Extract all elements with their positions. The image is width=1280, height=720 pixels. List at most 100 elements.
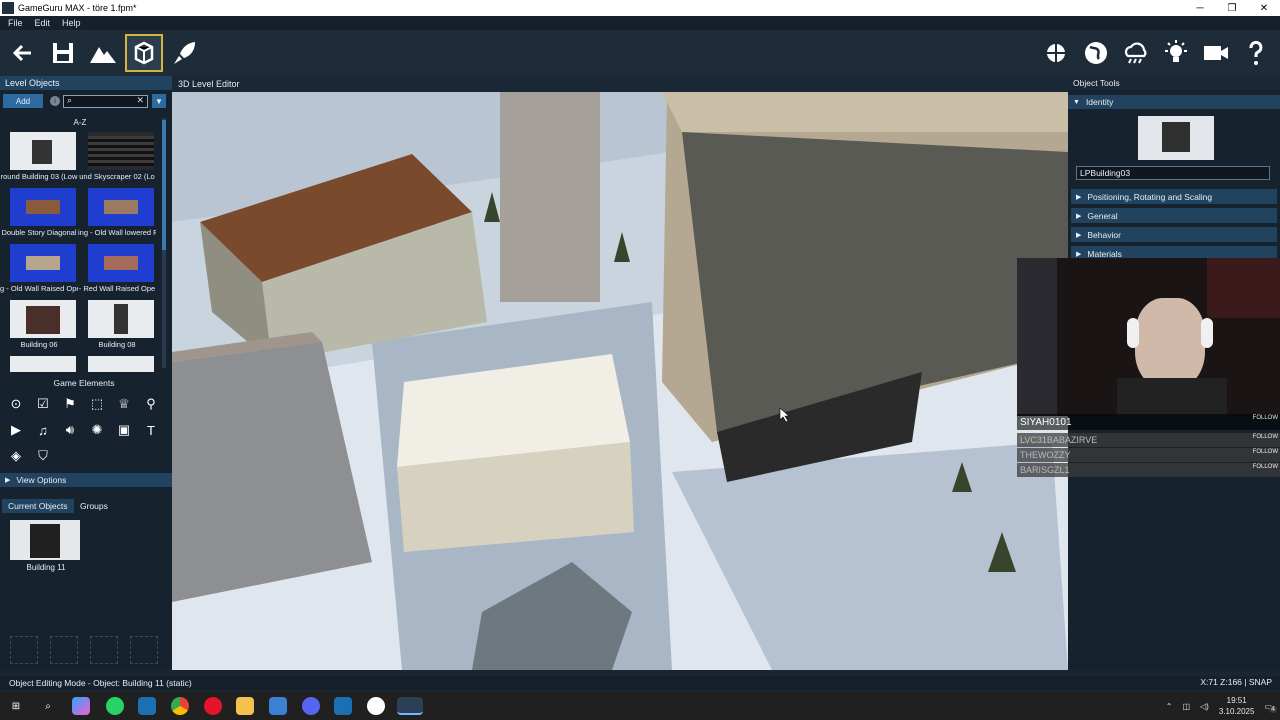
info-icon[interactable]: i xyxy=(50,96,60,106)
object-thumb[interactable]: g - Old Wall Raised Ope xyxy=(0,244,78,300)
globe-button[interactable] xyxy=(1077,34,1115,72)
shield-icon[interactable]: ⛉ xyxy=(33,446,53,466)
opera-icon[interactable] xyxy=(204,697,222,715)
help-icon xyxy=(1249,40,1263,65)
sound-icon[interactable]: 🔊︎ xyxy=(60,420,80,440)
notification-count: 4 xyxy=(1269,705,1277,713)
object-thumb[interactable] xyxy=(78,356,156,372)
play-icon[interactable]: ▶ xyxy=(6,420,26,440)
webcam-overlay xyxy=(1017,258,1280,416)
steam-app-icon[interactable] xyxy=(334,697,352,715)
steam-icon[interactable] xyxy=(138,697,156,715)
tab-groups[interactable]: Groups xyxy=(74,499,114,513)
scene-render[interactable] xyxy=(172,92,1068,670)
scrollbar-handle[interactable] xyxy=(162,120,166,250)
file-explorer-icon[interactable] xyxy=(236,697,254,715)
whatsapp-icon[interactable] xyxy=(106,697,124,715)
object-thumb[interactable] xyxy=(0,356,78,372)
text-icon[interactable]: T xyxy=(141,420,161,440)
chevron-up-icon[interactable]: ⌃ xyxy=(1166,702,1173,711)
light-button[interactable] xyxy=(1157,34,1195,72)
save-button[interactable] xyxy=(44,34,82,72)
object-thumb-image xyxy=(10,132,76,170)
object-thumb[interactable]: - Red Wall Raised Ope xyxy=(78,244,156,300)
view-options-toggle[interactable]: ▶ View Options xyxy=(0,473,172,487)
menu-edit[interactable]: Edit xyxy=(35,18,51,28)
object-thumb-image xyxy=(88,244,154,282)
water-icon[interactable]: ◈ xyxy=(6,446,26,466)
clock[interactable]: 19:51 3.10.2025 xyxy=(1219,695,1255,717)
object-thumb-image xyxy=(88,188,154,226)
widget-icon xyxy=(1044,41,1068,65)
image-icon[interactable]: ▣ xyxy=(114,420,134,440)
follower-feed: SIYAH0101 FOLLOW LVC31BABAZIRVE FOLLOW T… xyxy=(1017,414,1280,478)
camera-button[interactable] xyxy=(1197,34,1235,72)
help-button[interactable] xyxy=(1237,34,1275,72)
notification-icon[interactable]: ▭ 4 xyxy=(1264,702,1277,713)
save-group-icon[interactable] xyxy=(130,636,158,664)
positioning-section[interactable]: ▶ Positioning, Rotating and Scaling xyxy=(1071,189,1277,204)
gameguru-taskbar-icon[interactable] xyxy=(397,697,423,715)
filter-dropdown-icon[interactable]: ▼ xyxy=(152,94,166,108)
network-icon[interactable]: ◫ xyxy=(1182,702,1190,711)
thumbnails-scrollbar[interactable] xyxy=(162,118,166,368)
edit-group-icon[interactable] xyxy=(90,636,118,664)
add-object-button[interactable]: Add xyxy=(3,94,43,108)
terrain-button[interactable] xyxy=(84,34,122,72)
object-thumb[interactable]: und Skyscraper 02 (Lo xyxy=(78,132,156,188)
store-icon[interactable] xyxy=(269,697,287,715)
discord-icon[interactable] xyxy=(302,697,320,715)
object-search-input[interactable]: ⌕ ✕ xyxy=(63,95,148,108)
level-editor-viewport[interactable]: 3D Level Editor xyxy=(172,76,1068,670)
ungroup-icon[interactable] xyxy=(50,636,78,664)
object-thumb[interactable]: ing - Old Wall lowered F xyxy=(78,188,156,244)
back-icon xyxy=(12,44,31,62)
object-editing-button[interactable] xyxy=(125,34,163,72)
menu-help[interactable]: Help xyxy=(62,18,81,28)
current-object-item[interactable]: Building 11 xyxy=(10,520,82,576)
object-thumb[interactable]: Building 06 xyxy=(0,300,78,356)
marker-icon[interactable]: ⊙ xyxy=(6,394,26,414)
restore-button[interactable]: ❐ xyxy=(1216,0,1248,16)
follower-row: BARISGZL1 FOLLOW xyxy=(1017,463,1280,477)
search-icon[interactable]: ⌕ xyxy=(39,697,57,715)
spawn-icon[interactable]: ⚲ xyxy=(141,394,161,414)
music-icon[interactable]: ♫ xyxy=(33,420,53,440)
current-object-thumb xyxy=(10,520,80,560)
weather-button[interactable] xyxy=(1117,34,1155,72)
particle-icon[interactable]: ✺ xyxy=(87,420,107,440)
follower-name: SIYAH0101 xyxy=(1020,416,1072,428)
object-thumb[interactable]: Double Story Diagonal xyxy=(0,188,78,244)
object-thumb[interactable]: Building 08 xyxy=(78,300,156,356)
widget-button[interactable] xyxy=(1037,34,1075,72)
general-section[interactable]: ▶ General xyxy=(1071,208,1277,223)
group-icon[interactable] xyxy=(10,636,38,664)
copilot-icon[interactable] xyxy=(72,697,90,715)
windows-start-icon[interactable]: ⊞ xyxy=(7,697,25,715)
close-button[interactable]: ✕ xyxy=(1248,0,1280,16)
identity-section[interactable]: ▼ Identity xyxy=(1068,95,1280,109)
volume-icon[interactable]: ◁) xyxy=(1200,702,1209,711)
level-objects-header: Level Objects xyxy=(0,76,172,90)
flag-icon[interactable]: ⚑ xyxy=(60,394,80,414)
github-icon[interactable] xyxy=(367,697,385,715)
view-options-label: View Options xyxy=(16,475,67,485)
clear-search-icon[interactable]: ✕ xyxy=(136,95,144,106)
save-icon xyxy=(53,43,73,63)
follow-badge: FOLLOW xyxy=(1252,464,1278,470)
minimize-button[interactable]: ─ xyxy=(1184,0,1216,16)
chrome-icon[interactable] xyxy=(171,697,189,715)
zone-icon[interactable]: ⬚ xyxy=(87,394,107,414)
expand-arrow-icon: ▶ xyxy=(1076,231,1082,239)
test-game-button[interactable] xyxy=(166,34,204,72)
behavior-section[interactable]: ▶ Behavior xyxy=(1071,227,1277,242)
menu-file[interactable]: File xyxy=(8,18,23,28)
object-name-input[interactable]: LPBuilding03 xyxy=(1076,166,1270,180)
tab-current-objects[interactable]: Current Objects xyxy=(2,499,74,513)
checkbox-icon[interactable]: ☑ xyxy=(33,394,53,414)
menu-bar: File Edit Help xyxy=(0,16,1280,30)
back-button[interactable] xyxy=(4,34,42,72)
object-editing-icon xyxy=(134,41,154,65)
object-thumb[interactable]: round Building 03 (Low xyxy=(0,132,78,188)
trophy-icon[interactable]: ♕ xyxy=(114,394,134,414)
